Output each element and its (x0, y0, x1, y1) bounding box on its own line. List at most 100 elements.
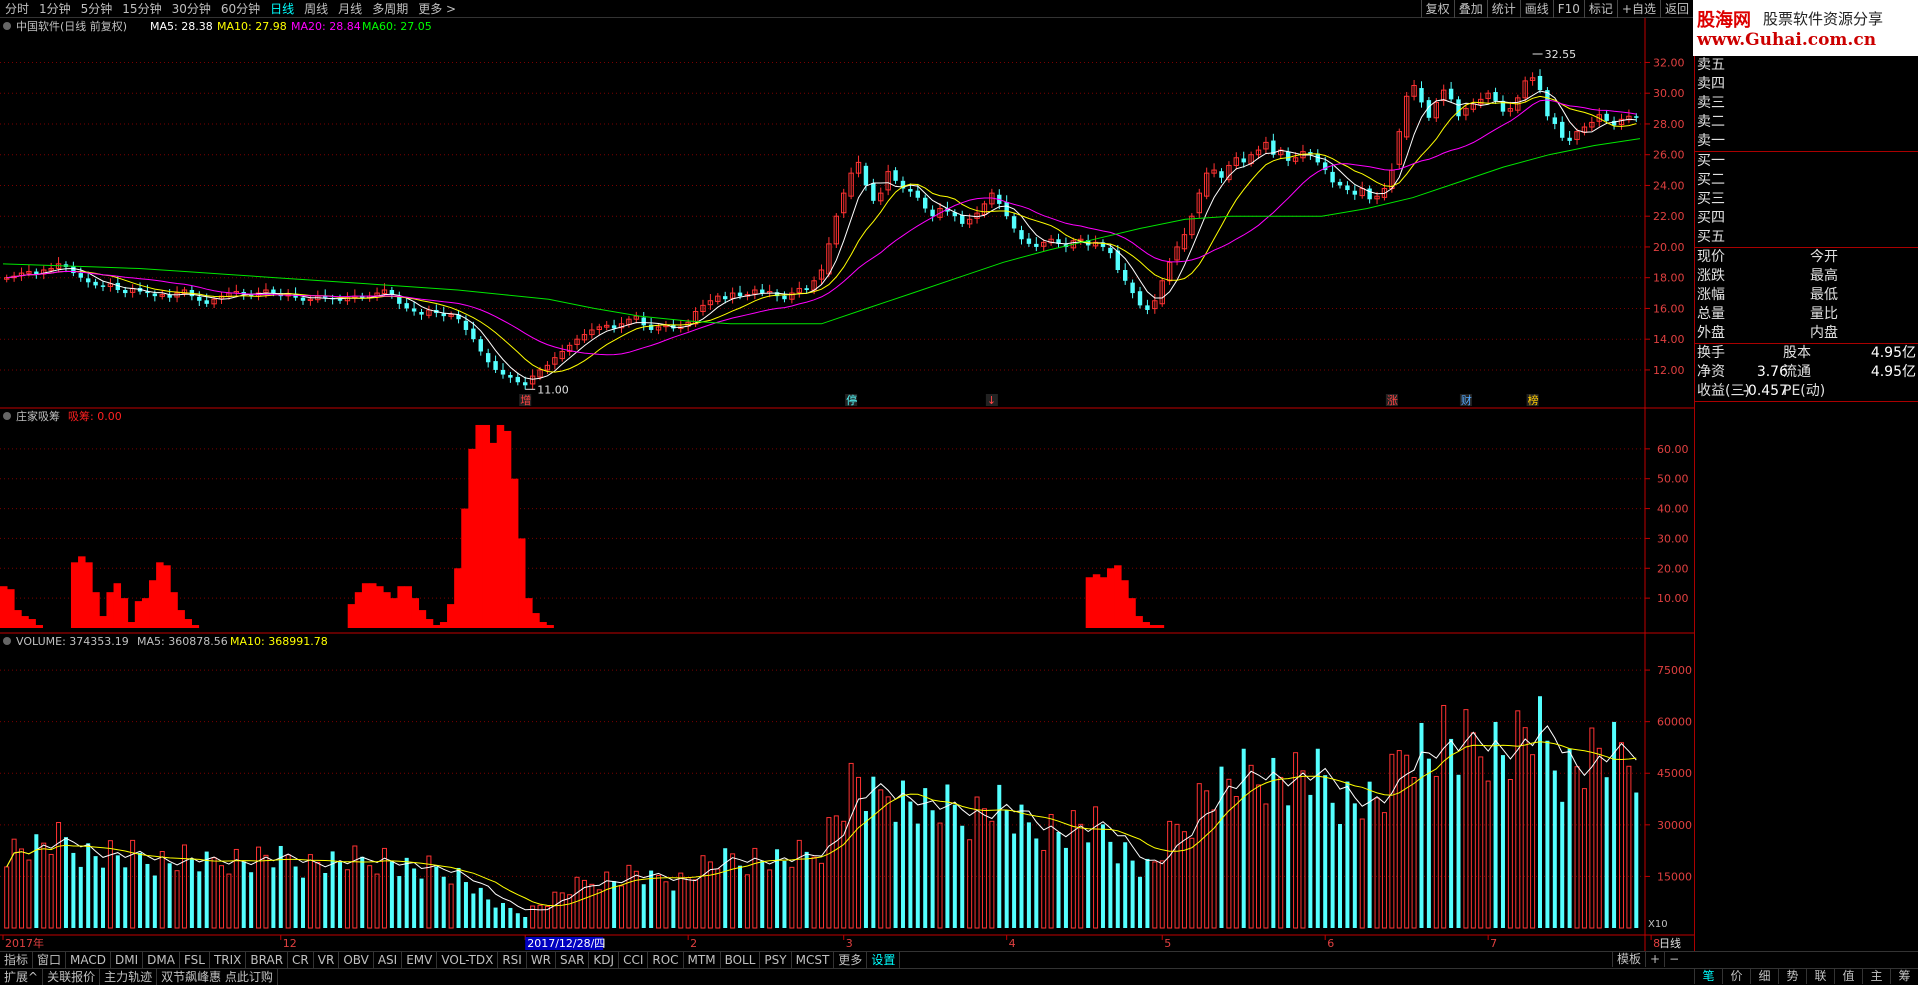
volume-bar (930, 810, 935, 928)
volume-legend-item-0: VOLUME: 374353.19 (16, 635, 129, 648)
indicator-tab-25[interactable]: 设置 (867, 952, 901, 968)
indicator-tab-9[interactable]: VR (314, 952, 340, 968)
view-tab-4[interactable]: 联 (1806, 968, 1834, 984)
indicator-tab-1[interactable]: 窗口 (33, 952, 67, 968)
indicator-tab-7[interactable]: BRAR (246, 952, 289, 968)
indicator-tab-0[interactable]: 指标 (0, 952, 34, 968)
volume-bar (1530, 754, 1536, 929)
date-tick-label: 3 (846, 937, 853, 950)
period-tab-8[interactable]: 月线 (333, 0, 367, 18)
volume-bar (863, 811, 868, 928)
candle-body (893, 170, 898, 181)
view-tab-1[interactable]: 价 (1722, 968, 1750, 984)
indicator-bar (489, 442, 498, 628)
indicator-tab-19[interactable]: ROC (648, 952, 684, 968)
period-tab-6[interactable]: 日线 (265, 0, 299, 18)
indicator-tab-5[interactable]: FSL (180, 952, 210, 968)
view-tab-3[interactable]: 势 (1778, 968, 1806, 984)
indicator-tab-12[interactable]: EMV (402, 952, 438, 968)
indicator-tab-24[interactable]: 更多 (834, 952, 868, 968)
indicator-tab-20[interactable]: MTM (684, 952, 721, 968)
indicator-tab-22[interactable]: PSY (760, 952, 792, 968)
view-tab-5[interactable]: 值 (1834, 968, 1862, 984)
indicator-tab-6[interactable]: TRIX (210, 952, 247, 968)
indicator-tab-23[interactable]: MCST (792, 952, 835, 968)
indicator-tab-15[interactable]: WR (527, 952, 557, 968)
indicator-tab-14[interactable]: RSI (498, 952, 527, 968)
candle-body (485, 353, 491, 363)
quote-label: 外盘 (1697, 325, 1725, 341)
candle-body (1493, 92, 1498, 101)
volume-bar (1515, 710, 1521, 929)
date-tick-label: 6 (1327, 937, 1334, 950)
date-tick-label: 12 (283, 937, 297, 950)
view-tab-0[interactable]: 笔 (1694, 968, 1722, 984)
candle-body (515, 376, 521, 383)
candle-body (1567, 137, 1572, 141)
indicator-tab-16[interactable]: SAR (556, 952, 590, 968)
view-tab-2[interactable]: 细 (1750, 968, 1778, 984)
chart-tool-1[interactable]: 叠加 (1453, 0, 1487, 18)
volume-bar (893, 821, 898, 928)
chart-tool-6[interactable]: +自选 (1616, 0, 1660, 18)
template-control-0[interactable]: 模板 (1612, 951, 1645, 967)
chart-tool-3[interactable]: 画线 (1519, 0, 1553, 18)
volume-bar (559, 892, 565, 929)
volume-bar (908, 801, 913, 928)
chart-tool-4[interactable]: F10 (1552, 0, 1584, 18)
stat-row-0: 换手 股本 4.95亿 (1695, 344, 1918, 363)
volume-bar (1204, 790, 1210, 929)
period-tab-9[interactable]: 多周期 (367, 0, 413, 18)
view-tab-7[interactable]: 筹 (1890, 968, 1918, 984)
template-control-1[interactable]: + (1645, 951, 1664, 967)
indicator-tab-8[interactable]: CR (288, 952, 314, 968)
chart-tool-0[interactable]: 复权 (1420, 0, 1454, 18)
indicator-tab-21[interactable]: BOLL (721, 952, 761, 968)
indicator-bar (1128, 598, 1136, 628)
volume-bar (1048, 813, 1054, 929)
period-tab-5[interactable]: 60分钟 (216, 0, 265, 18)
status-item-1[interactable]: 关联报价 (43, 969, 101, 985)
period-tab-4[interactable]: 30分钟 (167, 0, 216, 18)
indicator-tab-2[interactable]: MACD (66, 952, 112, 968)
status-item-0[interactable]: 扩展^ (0, 969, 44, 985)
period-tab-0[interactable]: 分时 (0, 0, 34, 18)
chart-tool-7[interactable]: 返回 (1659, 0, 1693, 18)
volume-bar (900, 780, 905, 928)
candle-body (1330, 171, 1335, 183)
quote-row-2: 涨幅 最低 (1695, 286, 1918, 305)
volume-bar (1219, 766, 1224, 928)
status-item-3[interactable]: 双节飙峰惠 点此订购 (157, 969, 278, 985)
volume-bar (219, 865, 225, 929)
indicator-tab-17[interactable]: KDJ (589, 952, 620, 968)
indicator-tab-13[interactable]: VOL-TDX (437, 952, 499, 968)
indicator-bar (383, 592, 391, 628)
price-tick-label: 14.00 (1653, 333, 1685, 346)
chart-tool-5[interactable]: 标记 (1583, 0, 1617, 18)
period-tab-2[interactable]: 5分钟 (76, 0, 118, 18)
indicator-tab-11[interactable]: ASI (374, 952, 403, 968)
indicator-legend-title: 庄家吸筹 (16, 409, 60, 423)
volume-bar (338, 861, 343, 928)
period-tab-3[interactable]: 15分钟 (117, 0, 166, 18)
period-tab-7[interactable]: 周线 (299, 0, 333, 18)
period-tab-1[interactable]: 1分钟 (34, 0, 76, 18)
indicator-bar (1149, 625, 1158, 628)
volume-bar (441, 876, 446, 928)
stock-chart[interactable]: 中国软件(日线 前复权) MA5: 28.38 MA10: 27.98 MA20: 2… (0, 18, 1694, 951)
indicator-tab-4[interactable]: DMA (143, 952, 180, 968)
period-tab-10[interactable]: 更多 > (413, 0, 461, 18)
view-tab-6[interactable]: 主 (1862, 968, 1890, 984)
chart-tool-2[interactable]: 统计 (1486, 0, 1520, 18)
indicator-tab-18[interactable]: CCI (619, 952, 649, 968)
indicator-bar (503, 430, 512, 628)
indicator-tab-10[interactable]: OBV (339, 952, 374, 968)
candle-body (1145, 305, 1150, 310)
indicator-tab-3[interactable]: DMI (111, 952, 144, 968)
indicator-bar (134, 601, 143, 628)
status-item-2[interactable]: 主力轨迹 (100, 969, 158, 985)
volume-bar (381, 847, 387, 929)
indicator-bar (28, 619, 36, 628)
template-control-2[interactable]: − (1664, 951, 1683, 967)
volume-tick-label: 75000 (1657, 664, 1692, 677)
